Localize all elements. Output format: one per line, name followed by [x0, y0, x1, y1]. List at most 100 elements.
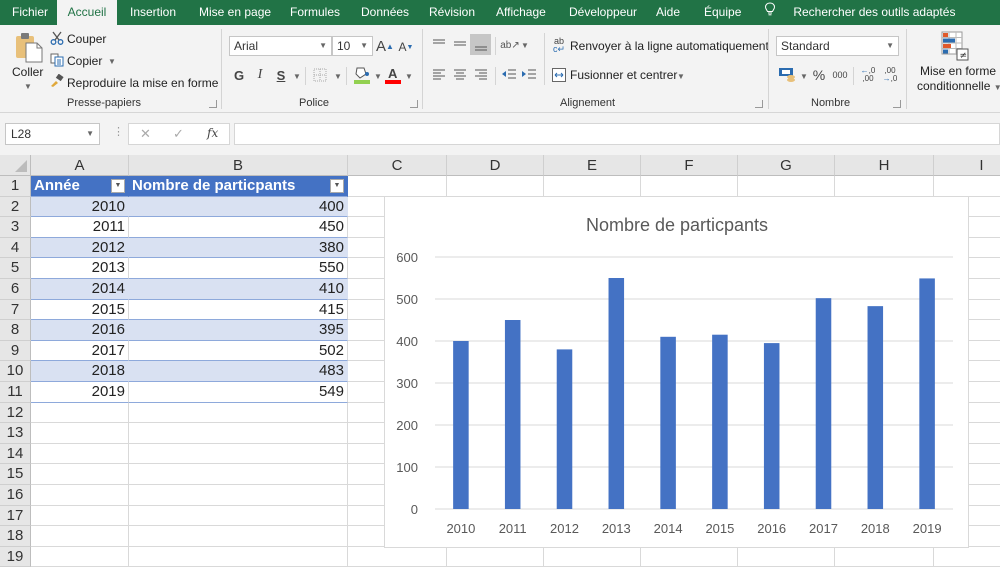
row-header-16[interactable]: 16: [0, 485, 31, 506]
cell-a19[interactable]: [31, 546, 129, 568]
tell-me-search[interactable]: Rechercher des outils adaptés: [764, 0, 955, 25]
percent-button[interactable]: %: [811, 66, 827, 84]
alignment-dialog-launcher[interactable]: [755, 100, 763, 108]
table-cell[interactable]: 2012: [31, 237, 129, 259]
copy-button[interactable]: Copier: [67, 54, 102, 68]
column-header-b[interactable]: B: [129, 155, 348, 176]
cell-a13[interactable]: [31, 423, 129, 444]
paste-icon[interactable]: [14, 31, 44, 63]
font-color-dropdown-icon[interactable]: ▼: [405, 72, 413, 81]
number-dialog-launcher[interactable]: [893, 100, 901, 108]
table-cell[interactable]: 2018: [31, 361, 129, 382]
cell-g19[interactable]: [738, 546, 835, 568]
table-header-cell[interactable]: Année ▼: [31, 176, 129, 197]
row-header-12[interactable]: 12: [0, 402, 31, 424]
conditional-formatting-label-1[interactable]: Mise en forme: [920, 64, 996, 78]
cell-g1[interactable]: [738, 176, 835, 197]
row-header-10[interactable]: 10: [0, 361, 31, 382]
column-header-f[interactable]: F: [641, 155, 738, 176]
tab-affichage[interactable]: Affichage: [496, 0, 546, 25]
cell-c19[interactable]: [348, 546, 447, 568]
cell-a12[interactable]: [31, 402, 129, 424]
align-center-icon[interactable]: [452, 66, 468, 82]
borders-dropdown-icon[interactable]: ▼: [334, 72, 342, 81]
row-header-6[interactable]: 6: [0, 279, 31, 300]
table-cell[interactable]: 400: [129, 196, 348, 218]
name-box[interactable]: L28 ▼: [5, 123, 100, 145]
tab-insertion[interactable]: Insertion: [130, 0, 176, 25]
align-middle-icon[interactable]: [452, 36, 468, 52]
bar-2016[interactable]: [763, 343, 780, 509]
table-cell[interactable]: 549: [129, 382, 348, 403]
table-cell[interactable]: 415: [129, 299, 348, 321]
accounting-format-icon[interactable]: [778, 66, 796, 82]
paste-dropdown-icon[interactable]: ▼: [24, 82, 32, 91]
decrease-indent-icon[interactable]: [501, 66, 517, 82]
bar-2011[interactable]: [504, 320, 521, 509]
font-color-icon[interactable]: A: [384, 65, 402, 85]
cell-i1[interactable]: [934, 176, 1000, 197]
cell-d1[interactable]: [447, 176, 544, 197]
conditional-formatting-label-2[interactable]: conditionnelle ▼: [917, 79, 1000, 93]
formula-bar-grip[interactable]: ⋮: [113, 125, 124, 138]
column-header-i[interactable]: I: [934, 155, 1000, 176]
cell-e19[interactable]: [544, 546, 641, 568]
cut-button[interactable]: Couper: [67, 32, 106, 46]
italic-button[interactable]: I: [252, 66, 268, 84]
orientation-dropdown-icon[interactable]: ▼: [521, 41, 529, 50]
cell-b14[interactable]: [129, 443, 348, 465]
cell-a14[interactable]: [31, 443, 129, 465]
row-header-7[interactable]: 7: [0, 299, 31, 321]
bold-button[interactable]: G: [231, 66, 247, 84]
row-header-1[interactable]: 1: [0, 176, 31, 197]
thousands-separator-button[interactable]: 000: [831, 66, 849, 84]
row-header-19[interactable]: 19: [0, 546, 31, 568]
row-header-2[interactable]: 2: [0, 196, 31, 218]
column-header-c[interactable]: C: [348, 155, 447, 176]
decrease-font-size-icon[interactable]: A ▼: [398, 38, 414, 56]
cell-b19[interactable]: [129, 546, 348, 568]
cancel-icon[interactable]: ✕: [140, 126, 151, 142]
table-cell[interactable]: 395: [129, 320, 348, 341]
align-bottom-icon[interactable]: [470, 34, 491, 55]
accounting-dropdown-icon[interactable]: ▼: [800, 72, 808, 81]
row-header-8[interactable]: 8: [0, 320, 31, 341]
row-header-4[interactable]: 4: [0, 237, 31, 259]
merge-center-button[interactable]: Fusionner et centrer: [570, 68, 677, 82]
enter-icon[interactable]: ✓: [173, 126, 184, 142]
cell-i19[interactable]: [934, 547, 1000, 568]
insert-function-icon[interactable]: fx: [207, 126, 218, 140]
bar-2013[interactable]: [608, 278, 625, 509]
cell-a18[interactable]: [31, 526, 129, 547]
cell-h1[interactable]: [835, 176, 934, 197]
align-left-icon[interactable]: [431, 66, 447, 82]
tab-equipe[interactable]: Équipe: [704, 0, 741, 25]
table-cell[interactable]: 450: [129, 217, 348, 238]
row-header-14[interactable]: 14: [0, 443, 31, 465]
clipboard-dialog-launcher[interactable]: [209, 100, 217, 108]
merge-dropdown-icon[interactable]: ▼: [677, 72, 685, 81]
bar-chart[interactable]: Nombre de particpants 0 100 200 300 400 500 60…: [384, 196, 969, 548]
tab-revision[interactable]: Révision: [429, 0, 475, 25]
cell-c1[interactable]: [348, 176, 447, 197]
bar-2019[interactable]: [919, 278, 935, 509]
select-all-button[interactable]: [0, 155, 31, 176]
increase-font-size-icon[interactable]: A ▲: [376, 37, 394, 55]
bar-2010[interactable]: [453, 341, 469, 509]
table-cell[interactable]: 2010: [31, 196, 129, 218]
cell-b12[interactable]: [129, 402, 348, 424]
row-header-5[interactable]: 5: [0, 258, 31, 279]
cell-b16[interactable]: [129, 485, 348, 506]
table-cell[interactable]: 2013: [31, 258, 129, 279]
font-dialog-launcher[interactable]: [410, 100, 418, 108]
row-header-18[interactable]: 18: [0, 526, 31, 547]
increase-indent-icon[interactable]: [521, 66, 537, 82]
table-cell[interactable]: 410: [129, 279, 348, 300]
cell-f19[interactable]: [641, 546, 738, 568]
table-cell[interactable]: 2017: [31, 340, 129, 362]
column-header-d[interactable]: D: [447, 155, 544, 176]
table-cell[interactable]: 502: [129, 340, 348, 362]
number-format-combo[interactable]: Standard ▼: [776, 36, 899, 56]
cell-e1[interactable]: [544, 176, 641, 197]
table-cell[interactable]: 2011: [31, 217, 129, 238]
